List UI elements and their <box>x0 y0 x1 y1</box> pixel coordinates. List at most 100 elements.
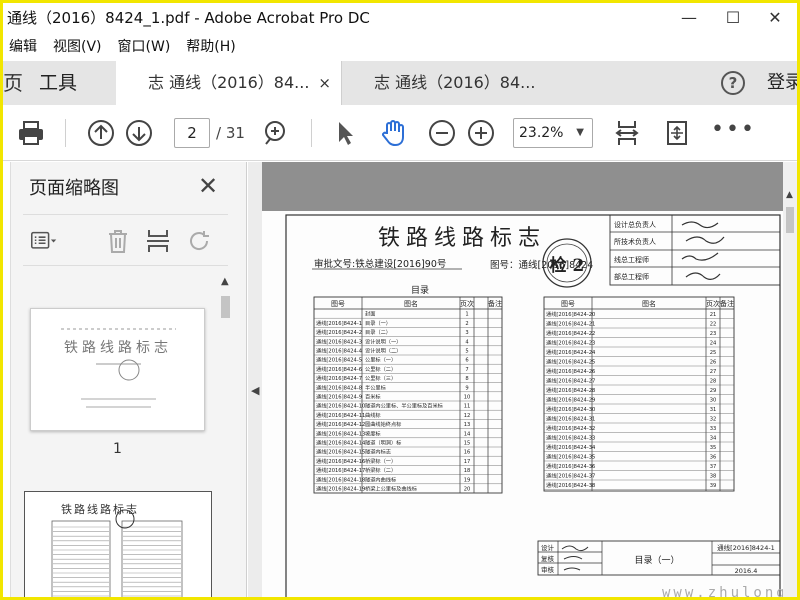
next-page-icon[interactable] <box>125 119 153 147</box>
table-cell-number: 通线[2016]8424-26 <box>546 367 595 375</box>
table-header: 图名 <box>642 299 656 308</box>
table-cell-page: 13 <box>464 422 471 428</box>
tab-document-inactive[interactable]: 志 通线（2016）84... <box>341 61 566 105</box>
menu-edit[interactable]: 编辑 <box>9 36 37 56</box>
scrollbar-thumb[interactable] <box>221 296 230 318</box>
table-cell-page: 12 <box>464 413 471 419</box>
table-cell-page: 29 <box>710 388 717 394</box>
panel-collapse-handle[interactable]: ◀ <box>248 162 262 597</box>
full-screen-icon[interactable] <box>663 119 691 147</box>
chevron-down-icon: ▼ <box>576 127 584 138</box>
panel-close-icon[interactable]: ✕ <box>198 172 218 200</box>
table-cell-name: 圆曲线始终点标 <box>365 420 401 428</box>
print-icon[interactable] <box>17 119 45 147</box>
fit-page-icon[interactable] <box>613 119 641 147</box>
zoom-out-icon[interactable] <box>428 119 456 147</box>
tab-document-active[interactable]: 志 通线（2016）84... × <box>116 61 341 105</box>
footer-label: 审核 <box>541 565 555 574</box>
delete-page-icon[interactable] <box>105 228 131 254</box>
thumb-2-table-lines <box>53 526 181 597</box>
table-cell-name: 桥梁标（一） <box>365 457 396 465</box>
thumbnail-options-icon[interactable] <box>31 228 57 254</box>
maximize-button[interactable]: ☐ <box>713 5 753 29</box>
login-button[interactable]: 登录 <box>767 61 797 105</box>
menu-window[interactable]: 窗口(W) <box>118 36 171 56</box>
table-cell-name: 百米标 <box>365 393 381 401</box>
table-cell-name: 坡度标 <box>365 429 381 437</box>
main-toolbar: 2 / 31 23.2% ▼ ••• <box>3 105 797 161</box>
table-cell-number: 通线[2016]8424-31 <box>546 415 595 423</box>
menu-help[interactable]: 帮助(H) <box>186 36 235 56</box>
insert-page-icon[interactable] <box>145 228 171 254</box>
table-cell-number: 通线[2016]8424-19 <box>316 485 365 493</box>
table-cell-name: 半公里标 <box>365 383 386 391</box>
pdf-page: 铁路线路标志 审批文号:铁总建设[2016]90号 图号：通线[2016]842… <box>262 211 785 597</box>
table-cell-number: 通线[2016]8424-6 <box>316 365 362 373</box>
table-cell-page: 36 <box>710 455 717 461</box>
table-cell-number: 通线[2016]8424-12 <box>316 420 365 428</box>
table-cell-number: 通线[2016]8424-17 <box>316 466 365 474</box>
table-cell-page: 6 <box>465 358 468 364</box>
select-tool-icon[interactable] <box>331 119 359 147</box>
page-thumbnail-2-selected[interactable]: 铁路线路标志 <box>24 491 212 597</box>
table-cell-number: 通线[2016]8424-36 <box>546 462 595 470</box>
zoom-in-icon[interactable] <box>467 119 495 147</box>
menu-bar: 编辑 视图(V) 窗口(W) 帮助(H) <box>3 33 797 59</box>
minimize-button[interactable]: — <box>669 5 709 29</box>
tab-close-icon[interactable]: × <box>318 61 331 105</box>
hand-tool-icon[interactable] <box>379 119 407 147</box>
table-cell-number: 通线[2016]8424-32 <box>546 424 595 432</box>
table-cell-number: 通线[2016]8424-23 <box>546 339 595 347</box>
tab-tools[interactable]: 工具 <box>39 61 77 105</box>
tab-document-label: 志 通线（2016）84... <box>148 73 310 92</box>
scroll-up-icon[interactable]: ▲ <box>786 190 793 200</box>
tab-home-partial[interactable]: 页 <box>3 61 23 105</box>
document-scrollbar[interactable]: ▲ <box>783 162 797 597</box>
table-cell-page: 15 <box>464 441 471 447</box>
page-2-preview: 铁路线路标志 <box>30 497 206 597</box>
footer-drawing-number: 通线[2016]8424-1 <box>717 543 775 552</box>
thumbnail-scrollbar[interactable]: ▲ <box>219 276 233 597</box>
page-thumbnails-panel: 页面缩略图 ✕ ▲ 铁路线路标志 1 铁路线路标志 <box>3 162 247 597</box>
table-header: 备注 <box>720 299 734 308</box>
scrollbar-thumb[interactable] <box>786 207 794 233</box>
scroll-up-icon[interactable]: ▲ <box>221 276 229 287</box>
table-cell-number: 通线[2016]8424-25 <box>546 358 595 366</box>
menu-view[interactable]: 视图(V) <box>53 36 102 56</box>
chevron-left-icon[interactable]: ◀ <box>251 384 259 397</box>
table-cell-page: 10 <box>464 395 471 401</box>
table-cell-page: 22 <box>710 322 717 328</box>
close-button[interactable]: ✕ <box>755 5 795 29</box>
table-header: 图名 <box>404 299 418 308</box>
tab-row: 页 工具 志 通线（2016）84... × 志 通线（2016）84... ?… <box>3 61 797 105</box>
zoom-level-select[interactable]: 23.2% ▼ <box>513 118 593 148</box>
table-cell-page: 17 <box>464 459 471 465</box>
table-header: 页次 <box>706 299 720 308</box>
table-cell-number: 通线[2016]8424-7 <box>316 374 362 382</box>
page-number-input[interactable]: 2 <box>174 118 210 148</box>
help-icon[interactable]: ? <box>721 71 745 95</box>
page-gap <box>262 162 783 211</box>
signoff-role: 设计总负责人 <box>614 220 656 229</box>
table-cell-page: 1 <box>465 312 468 318</box>
document-view[interactable]: ◀ 铁路线路标志 审批文号:铁总建设[2016]90号 图号：通线[2016]8… <box>248 162 797 597</box>
thumb-1-title: 铁路线路标志 <box>64 340 172 356</box>
rotate-page-icon[interactable] <box>187 228 213 254</box>
table-header: 图号 <box>331 300 345 308</box>
page-thumbnail-1[interactable]: 铁路线路标志 <box>30 308 205 431</box>
zoom-search-icon[interactable] <box>261 119 289 147</box>
table-cell-page: 31 <box>710 407 717 413</box>
table-cell-page: 19 <box>464 477 471 483</box>
table-cell-name: 封面 <box>365 310 375 318</box>
table-cell-number: 通线[2016]8424-14 <box>316 439 366 447</box>
table-cell-page: 20 <box>464 487 471 493</box>
table-cell-name: 隧道内公里标、半公里标及百米标 <box>365 402 443 410</box>
previous-page-icon[interactable] <box>87 119 115 147</box>
table-cell-name: 桥梁标（二） <box>365 466 396 474</box>
table-cell-number: 通线[2016]8424-10 <box>316 402 365 410</box>
table-cell-page: 21 <box>710 312 717 318</box>
table-cell-page: 35 <box>710 445 717 451</box>
table-cell-number: 通线[2016]8424-35 <box>546 453 595 461</box>
more-tools-icon[interactable]: ••• <box>711 117 756 142</box>
signoff-role: 线总工程师 <box>614 255 649 264</box>
